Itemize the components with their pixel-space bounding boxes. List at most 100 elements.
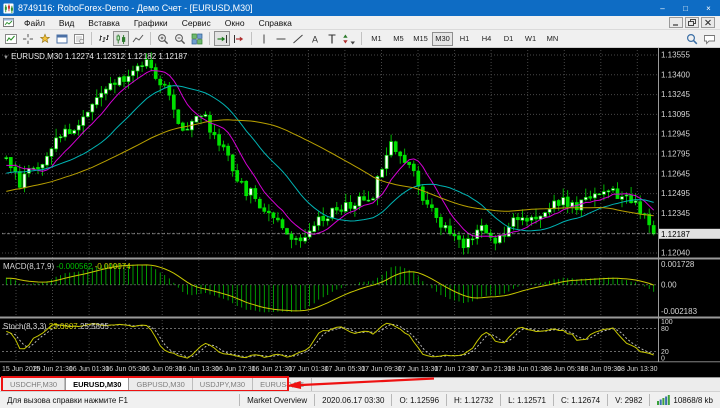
- tile-windows-icon: [191, 33, 203, 44]
- svg-text:0: 0: [661, 356, 665, 363]
- svg-text:100: 100: [661, 319, 673, 326]
- status-close: C: 1.12674: [552, 394, 607, 406]
- svg-text:1.13555: 1.13555: [661, 51, 690, 60]
- menu-bar: Файл Вид Вставка Графики Сервис Окно Спр…: [0, 16, 720, 30]
- order-window-icon: [56, 34, 68, 43]
- menu-file[interactable]: Файл: [17, 16, 52, 29]
- svg-text:0.001728: 0.001728: [661, 260, 695, 269]
- trendline-icon: [293, 34, 303, 43]
- svg-text:0.00: 0.00: [661, 280, 677, 289]
- chevron-down-icon: [350, 41, 355, 44]
- tab-eurusd-m5[interactable]: EURUSD,M5: [253, 378, 313, 391]
- svg-text:80: 80: [661, 326, 669, 333]
- status-volume: V: 2982: [607, 394, 649, 406]
- svg-text:17 Jun 05:30: 17 Jun 05:30: [325, 366, 366, 373]
- vertical-line-button[interactable]: [256, 31, 272, 46]
- menu-charts[interactable]: Графики: [127, 16, 175, 29]
- text-button[interactable]: A: [307, 31, 323, 46]
- svg-text:18 Jun 01:30: 18 Jun 01:30: [507, 366, 548, 373]
- chart-shift-icon: [234, 34, 244, 43]
- text-label-button[interactable]: [324, 31, 340, 46]
- svg-text:1.12945: 1.12945: [661, 130, 690, 139]
- candlestick-chart-button[interactable]: [113, 31, 129, 46]
- zoom-in-button[interactable]: [155, 31, 171, 46]
- svg-text:1.13095: 1.13095: [661, 110, 690, 119]
- tab-usdchf-m30[interactable]: USDCHF,M30: [3, 378, 66, 391]
- tab-gbpusd-m30[interactable]: GBPUSD,M30: [129, 378, 193, 391]
- timeframe-m1-button[interactable]: M1: [366, 32, 387, 46]
- tab-eurusd-m30[interactable]: EURUSD,M30: [65, 378, 130, 391]
- template-icon: [74, 33, 85, 44]
- candlestick-icon: [116, 34, 126, 44]
- arrows-button[interactable]: [341, 31, 357, 46]
- search-symbol-button[interactable]: [684, 31, 700, 46]
- minimize-button[interactable]: –: [651, 0, 674, 16]
- shapes-button[interactable]: [37, 31, 53, 46]
- svg-text:1.12187: 1.12187: [661, 230, 690, 239]
- mdi-restore-button[interactable]: [685, 17, 699, 28]
- svg-text:18 Jun 09:30: 18 Jun 09:30: [581, 366, 622, 373]
- bar-chart-button[interactable]: [96, 31, 112, 46]
- timeframe-d1-button[interactable]: D1: [498, 32, 519, 46]
- timeframe-m5-button[interactable]: M5: [388, 32, 409, 46]
- tile-windows-button[interactable]: [189, 31, 205, 46]
- svg-text:MACD(8,17,9) -0.000562 -0.0000: MACD(8,17,9) -0.000562 -0.000074: [3, 262, 131, 271]
- menu-tools[interactable]: Сервис: [175, 16, 218, 29]
- svg-text:1.12795: 1.12795: [661, 150, 690, 159]
- chart-tab-bar: USDCHF,M30 EURUSD,M30 GBPUSD,M30 USDJPY,…: [0, 377, 720, 391]
- close-button[interactable]: ×: [697, 0, 720, 16]
- tab-usdjpy-m30[interactable]: USDJPY,M30: [192, 378, 254, 391]
- trendline-button[interactable]: [290, 31, 306, 46]
- maximize-button[interactable]: □: [674, 0, 697, 16]
- toolbar-separator: [91, 32, 92, 45]
- line-chart-button[interactable]: [130, 31, 146, 46]
- svg-text:16 Jun 21:30: 16 Jun 21:30: [252, 366, 293, 373]
- mdi-minimize-button[interactable]: [669, 17, 683, 28]
- chart-shift-button[interactable]: [231, 31, 247, 46]
- menu-window[interactable]: Окно: [218, 16, 252, 29]
- menu-help[interactable]: Справка: [252, 16, 299, 29]
- timeframe-mn-button[interactable]: MN: [542, 32, 563, 46]
- timeframe-m15-button[interactable]: M15: [410, 32, 431, 46]
- menu-insert[interactable]: Вставка: [81, 16, 127, 29]
- status-help-text: Для вызова справки нажмите F1: [7, 395, 128, 405]
- chat-icon: [703, 34, 715, 45]
- svg-text:1.12495: 1.12495: [661, 189, 690, 198]
- star-icon: [39, 32, 51, 43]
- templates-button[interactable]: [71, 31, 87, 46]
- auto-scroll-button[interactable]: [214, 31, 230, 46]
- timeframe-w1-button[interactable]: W1: [520, 32, 541, 46]
- svg-text:17 Jun 17:30: 17 Jun 17:30: [434, 366, 475, 373]
- status-market-overview: Market Overview: [239, 394, 314, 406]
- bars-chart-icon: [99, 34, 109, 42]
- svg-text:1.13400: 1.13400: [661, 70, 690, 79]
- toolbar: A M1 M5 M15 M30 H1 H4 D1 W1 MN: [0, 30, 720, 48]
- status-traffic: 10868/8 kb: [673, 395, 713, 405]
- horizontal-line-button[interactable]: [273, 31, 289, 46]
- zoom-out-button[interactable]: [172, 31, 188, 46]
- menu-view[interactable]: Вид: [52, 16, 81, 29]
- crosshair-icon: [23, 33, 33, 44]
- status-datetime: 2020.06.17 03:30: [314, 394, 391, 406]
- search-icon: [686, 33, 698, 44]
- zoom-in-icon: [158, 33, 169, 44]
- timeframe-h1-button[interactable]: H1: [454, 32, 475, 46]
- chart-canvas[interactable]: 1.13555 1.13400 1.13245 1.13095 1.12945 1.127…: [0, 48, 720, 377]
- application-window: 8749116: RoboForex-Demo - Демо Счет - [E…: [0, 0, 720, 408]
- app-icon: [3, 2, 14, 14]
- mdi-close-button[interactable]: [701, 17, 715, 28]
- svg-text:17 Jun 01:30: 17 Jun 01:30: [288, 366, 329, 373]
- svg-text:15 Jun 21:30: 15 Jun 21:30: [32, 366, 73, 373]
- svg-text:1.12645: 1.12645: [661, 169, 690, 178]
- new-chart-button[interactable]: [3, 31, 19, 46]
- svg-text:16 Jun 09:30: 16 Jun 09:30: [142, 366, 183, 373]
- timeframe-h4-button[interactable]: H4: [476, 32, 497, 46]
- horizontal-line-icon: [276, 38, 286, 39]
- line-chart-icon: [132, 34, 144, 42]
- chart-window-icon: [3, 18, 14, 27]
- new-order-button[interactable]: [54, 31, 70, 46]
- crosshair-button[interactable]: [20, 31, 36, 46]
- timeframe-m30-button[interactable]: M30: [432, 31, 453, 46]
- chat-button[interactable]: [701, 31, 717, 46]
- svg-text:-0.002183: -0.002183: [661, 307, 698, 316]
